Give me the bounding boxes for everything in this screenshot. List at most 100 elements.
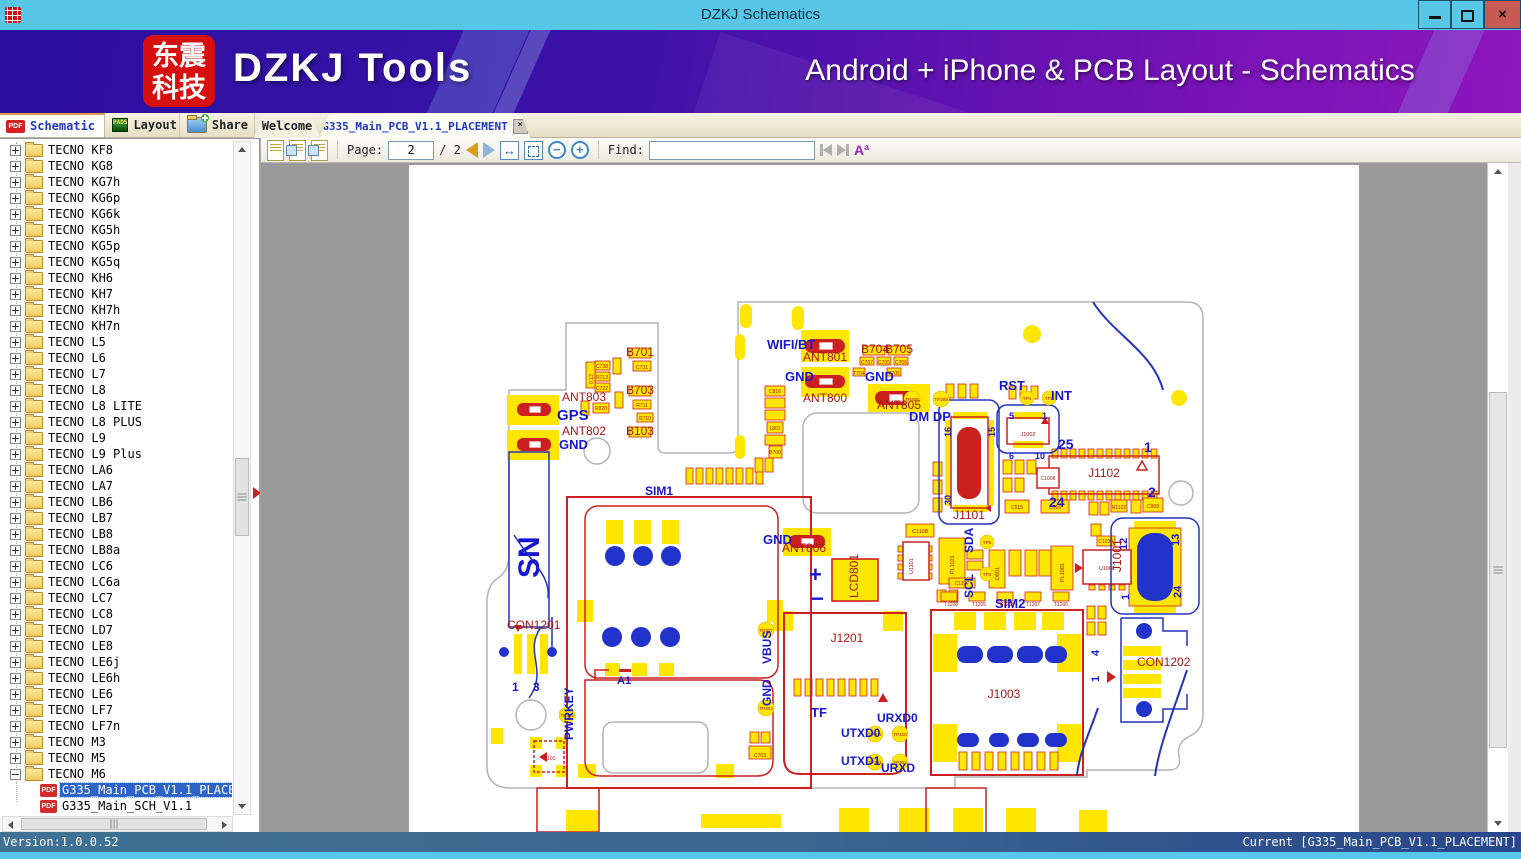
- tree-item-folder[interactable]: TECNO LB7: [0, 509, 232, 526]
- tree-item-folder[interactable]: TECNO M3: [0, 733, 232, 750]
- expand-toggle-icon[interactable]: [10, 496, 21, 508]
- zoom-out-button[interactable]: −: [547, 141, 566, 159]
- tree-item-folder[interactable]: TECNO L7: [0, 365, 232, 382]
- close-tab-icon[interactable]: ×: [513, 119, 528, 134]
- tree-item-folder[interactable]: TECNO L9: [0, 429, 232, 446]
- tree-item-folder[interactable]: TECNO M6: [0, 765, 232, 782]
- expand-toggle-icon[interactable]: [10, 592, 21, 604]
- tab-layout[interactable]: PADS Layout: [106, 113, 180, 137]
- tree-item-folder[interactable]: TECNO LC8: [0, 605, 232, 622]
- find-previous-button[interactable]: [819, 144, 832, 156]
- tree-item-folder[interactable]: TECNO LC7: [0, 589, 232, 606]
- expand-toggle-icon[interactable]: [10, 192, 21, 204]
- viewer-vertical-scrollbar[interactable]: [1487, 163, 1508, 832]
- tab-welcome[interactable]: Welcome: [254, 114, 320, 138]
- fit-width-button[interactable]: ↔: [499, 140, 519, 160]
- tree-item-folder[interactable]: TECNO LE6j: [0, 653, 232, 670]
- copy-page-button[interactable]: [286, 139, 306, 161]
- tree-item-document[interactable]: PDFG335_Main_PCB_V1.1_PLACEMENT: [0, 782, 232, 798]
- expand-toggle-icon[interactable]: [10, 608, 21, 620]
- tree-item-folder[interactable]: TECNO LE8: [0, 637, 232, 654]
- expand-toggle-icon[interactable]: [10, 336, 21, 348]
- tree-item-folder[interactable]: TECNO LC6a: [0, 573, 232, 590]
- find-input[interactable]: [648, 140, 815, 160]
- snapshot-button[interactable]: [308, 139, 328, 161]
- expand-toggle-icon[interactable]: [10, 400, 21, 412]
- expand-toggle-icon[interactable]: [10, 752, 21, 764]
- tree-hscrollbar-thumb[interactable]: [21, 818, 207, 830]
- tree-item-folder[interactable]: TECNO LA6: [0, 461, 232, 478]
- tree-item-folder[interactable]: TECNO KF8: [0, 142, 232, 158]
- tab-placement-document[interactable]: G335_Main_PCB_V1.1_PLACEMENT ×: [320, 114, 530, 138]
- expand-toggle-icon[interactable]: [10, 512, 21, 524]
- expand-toggle-icon[interactable]: [10, 544, 21, 556]
- minimize-button[interactable]: [1418, 0, 1451, 29]
- previous-page-button[interactable]: [465, 142, 478, 158]
- scroll-right-icon[interactable]: [222, 821, 227, 829]
- expand-toggle-icon[interactable]: [10, 288, 21, 300]
- tree-item-folder[interactable]: TECNO KG7h: [0, 173, 232, 190]
- expand-toggle-icon[interactable]: [10, 160, 21, 172]
- expand-toggle-icon[interactable]: [10, 256, 21, 268]
- expand-toggle-icon[interactable]: [10, 560, 21, 572]
- expand-toggle-icon[interactable]: [10, 240, 21, 252]
- tree-item-folder[interactable]: TECNO LB8: [0, 525, 232, 542]
- tree-item-folder[interactable]: TECNO KH7n: [0, 317, 232, 334]
- expand-toggle-icon[interactable]: [10, 480, 21, 492]
- tree-item-folder[interactable]: TECNO L8 LITE: [0, 397, 232, 414]
- tree-item-folder[interactable]: TECNO KG5q: [0, 253, 232, 270]
- match-case-icon[interactable]: Aª: [854, 142, 869, 158]
- scroll-down-icon[interactable]: [238, 804, 246, 809]
- find-next-button[interactable]: [836, 144, 849, 156]
- expand-toggle-icon[interactable]: [10, 208, 21, 220]
- tree-item-folder[interactable]: TECNO KG6k: [0, 205, 232, 222]
- expand-toggle-icon[interactable]: [10, 688, 21, 700]
- expand-toggle-icon[interactable]: [10, 144, 21, 156]
- tab-share[interactable]: Share: [181, 113, 255, 137]
- tree-item-folder[interactable]: TECNO L8 PLUS: [0, 413, 232, 430]
- expand-toggle-icon[interactable]: [10, 720, 21, 732]
- scroll-left-icon[interactable]: [8, 821, 13, 829]
- expand-toggle-icon[interactable]: [10, 432, 21, 444]
- expand-toggle-icon[interactable]: [10, 736, 21, 748]
- tree-item-folder[interactable]: TECNO KH7: [0, 285, 232, 302]
- tree-item-folder[interactable]: TECNO LF7: [0, 701, 232, 718]
- zoom-in-button[interactable]: +: [570, 141, 589, 159]
- expand-toggle-icon[interactable]: [10, 528, 21, 540]
- scroll-up-icon[interactable]: [1494, 169, 1502, 174]
- next-page-button[interactable]: [482, 142, 495, 158]
- tree-item-folder[interactable]: TECNO LC6: [0, 557, 232, 574]
- tree-item-folder[interactable]: TECNO L8: [0, 381, 232, 398]
- expand-toggle-icon[interactable]: [10, 464, 21, 476]
- tree-item-folder[interactable]: TECNO LE6h: [0, 669, 232, 686]
- expand-toggle-icon[interactable]: [10, 272, 21, 284]
- expand-toggle-icon[interactable]: [10, 640, 21, 652]
- expand-toggle-icon[interactable]: [10, 224, 21, 236]
- expand-toggle-icon[interactable]: [10, 624, 21, 636]
- tree-item-folder[interactable]: TECNO L5: [0, 333, 232, 350]
- expand-toggle-icon[interactable]: [10, 704, 21, 716]
- expand-toggle-icon[interactable]: [10, 576, 21, 588]
- tree-item-folder[interactable]: TECNO KH6: [0, 269, 232, 286]
- expand-toggle-icon[interactable]: [10, 768, 21, 780]
- expand-toggle-icon[interactable]: [10, 448, 21, 460]
- tree-item-folder[interactable]: TECNO KG5p: [0, 237, 232, 254]
- export-page-button[interactable]: [267, 139, 284, 161]
- tree-item-folder[interactable]: TECNO LA7: [0, 477, 232, 494]
- tree-item-folder[interactable]: TECNO L9 Plus: [0, 445, 232, 462]
- scroll-up-icon[interactable]: [238, 147, 246, 152]
- tree-item-folder[interactable]: TECNO LF7n: [0, 717, 232, 734]
- tree-item-folder[interactable]: TECNO M5: [0, 749, 232, 766]
- tree-item-folder[interactable]: TECNO LD7: [0, 621, 232, 638]
- expand-toggle-icon[interactable]: [10, 320, 21, 332]
- fit-page-button[interactable]: [523, 140, 543, 160]
- tree-item-folder[interactable]: TECNO KH7h: [0, 301, 232, 318]
- tree-item-folder[interactable]: TECNO LE6: [0, 685, 232, 702]
- tree-scrollbar-thumb[interactable]: [235, 458, 249, 536]
- page-input[interactable]: [388, 140, 435, 160]
- expand-toggle-icon[interactable]: [10, 384, 21, 396]
- expand-toggle-icon[interactable]: [10, 368, 21, 380]
- maximize-button[interactable]: [1451, 0, 1484, 29]
- tree-item-folder[interactable]: TECNO KG6p: [0, 189, 232, 206]
- tree-item-folder[interactable]: TECNO LB6: [0, 493, 232, 510]
